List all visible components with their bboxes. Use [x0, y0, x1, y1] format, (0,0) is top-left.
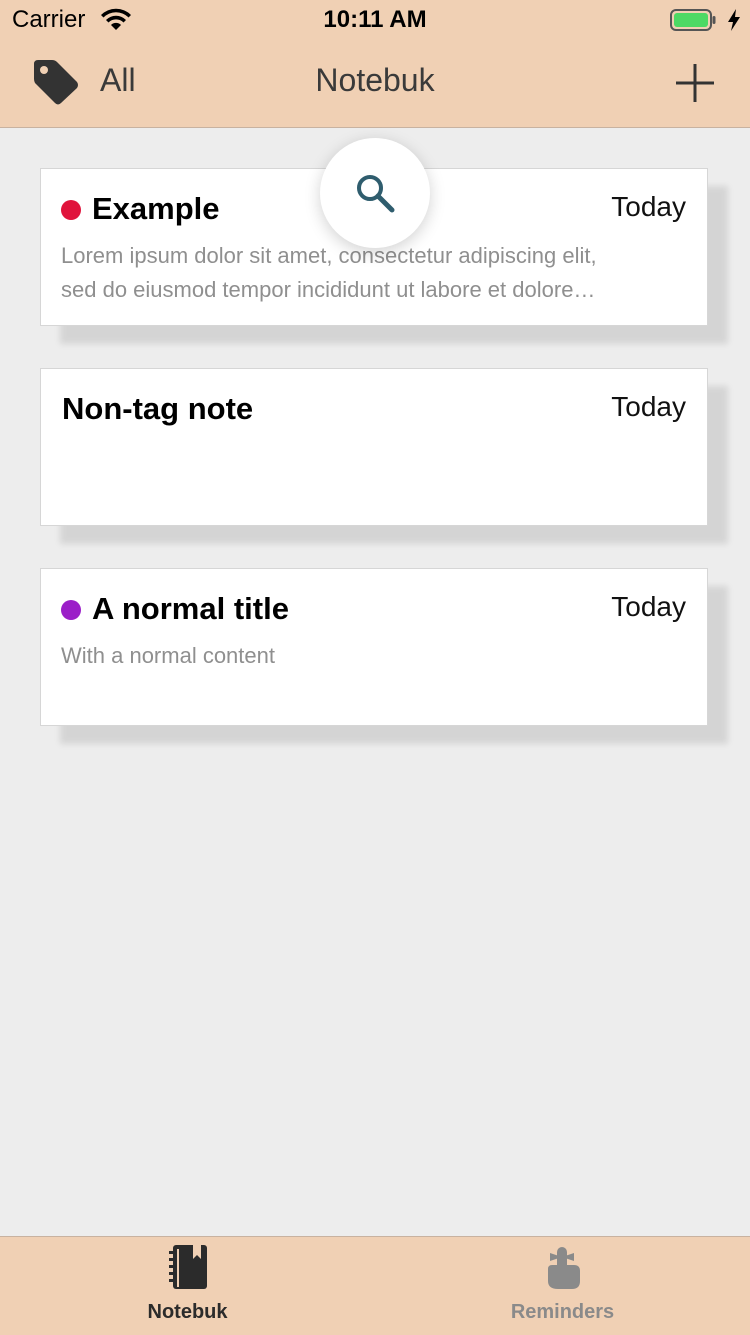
- note-card[interactable]: A normal title Today With a normal conte…: [40, 568, 708, 726]
- search-button[interactable]: [320, 138, 430, 248]
- note-preview: Lorem ipsum dolor sit amet, consectetur …: [61, 239, 683, 307]
- note-date: Today: [611, 391, 686, 422]
- battery-icon: [670, 9, 716, 31]
- note-preview: With a normal content: [61, 639, 683, 673]
- add-note-button[interactable]: [672, 60, 718, 106]
- note-title: Non-tag note: [62, 391, 254, 426]
- note-title: Example: [92, 191, 220, 226]
- tab-bar: Notebuk Reminders: [0, 1236, 750, 1335]
- tab-notebuk[interactable]: Notebuk: [0, 1237, 375, 1335]
- page-title: Notebuk: [315, 62, 435, 98]
- finger-ribbon-icon: [548, 1247, 580, 1289]
- note-date: Today: [611, 191, 686, 222]
- nav-bar: All Notebuk: [0, 40, 750, 128]
- tab-label: Notebuk: [147, 1301, 228, 1323]
- tag-color-dot: [61, 200, 81, 220]
- status-bar: Carrier 10:11 AM: [0, 0, 750, 40]
- charging-icon: [728, 9, 740, 31]
- search-icon: [357, 175, 395, 213]
- notebook-icon: [169, 1245, 207, 1289]
- tag-color-dot: [61, 600, 81, 620]
- note-card[interactable]: Non-tag note Today: [40, 368, 708, 526]
- note-preview-line: sed do eiusmod tempor incididunt ut labo…: [61, 277, 596, 302]
- note-title: A normal title: [92, 591, 289, 626]
- note-date: Today: [611, 591, 686, 622]
- tab-reminders[interactable]: Reminders: [375, 1237, 750, 1335]
- clock: 10:11 AM: [323, 6, 427, 33]
- plus-icon: [676, 64, 714, 102]
- tab-label: Reminders: [510, 1301, 615, 1323]
- note-preview-line: With a normal content: [61, 643, 275, 668]
